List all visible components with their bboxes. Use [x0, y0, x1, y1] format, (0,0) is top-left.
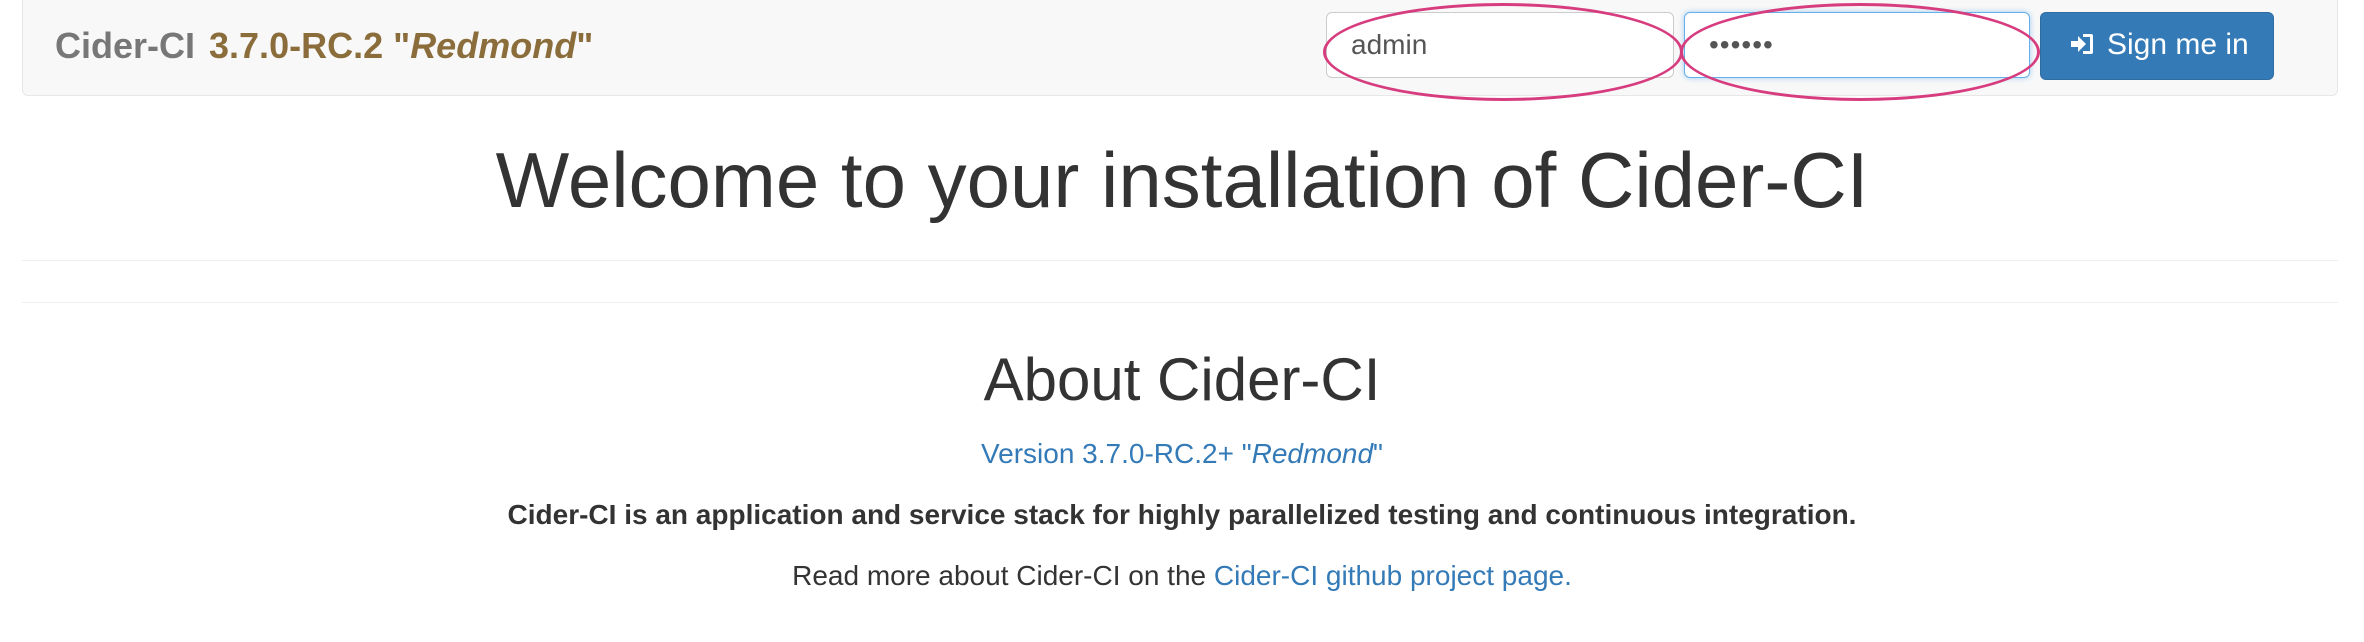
version-link[interactable]: Version 3.7.0-RC.2+ "Redmond": [0, 434, 2364, 474]
sign-in-icon: [2069, 16, 2095, 54]
brand[interactable]: Cider-CI 3.7.0-RC.2 "Redmond": [55, 26, 593, 66]
tagline: Cider-CI is an application and service s…: [507, 499, 1857, 530]
divider: [22, 302, 2338, 303]
brand-version: 3.7.0-RC.2 "Redmond": [209, 25, 594, 66]
brand-name: Cider-CI: [55, 25, 196, 66]
welcome-title: Welcome to your installation of Cider-CI: [495, 136, 1869, 224]
divider: [22, 260, 2338, 261]
sign-in-label: Sign me in: [2107, 28, 2249, 61]
sign-in-button[interactable]: Sign me in: [2040, 12, 2274, 80]
about-title: About Cider-CI: [983, 346, 1381, 413]
password-input[interactable]: ••••••: [1684, 12, 2030, 78]
github-project-link[interactable]: Cider-CI github project page.: [1214, 560, 1572, 591]
readmore-text: Read more about Cider-CI on the: [792, 560, 1214, 591]
readmore-paragraph: Read more about Cider-CI on the Cider-CI…: [0, 556, 2364, 596]
username-input[interactable]: admin: [1326, 12, 1674, 78]
